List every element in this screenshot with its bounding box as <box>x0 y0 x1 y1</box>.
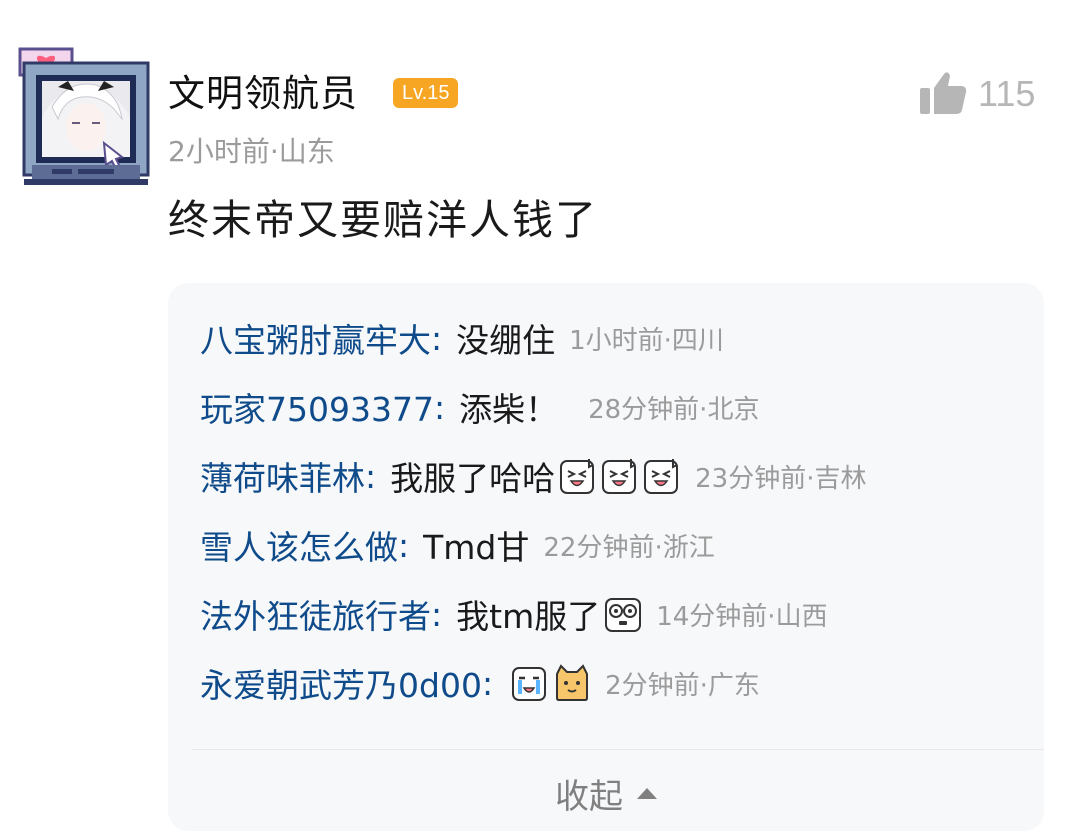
reply-text: 没绷住 <box>456 321 556 360</box>
reply-meta: 23分钟前·吉林 <box>695 463 867 494</box>
reply-separator: : <box>431 594 443 634</box>
reply-text: 添柴！ <box>459 390 559 429</box>
reply-text: 我服了哈哈 <box>390 452 681 500</box>
collapse-button[interactable]: 收起 <box>168 763 1044 823</box>
reply-item[interactable]: 八宝粥肘赢牢大: 没绷住 1小时前·四川 <box>200 313 724 363</box>
divider <box>192 749 1044 750</box>
reply-separator: : <box>365 456 377 496</box>
reply-item[interactable]: 雪人该怎么做: Tmd甘 22分钟前·浙江 <box>200 520 715 570</box>
reply-meta: 22分钟前·浙江 <box>543 532 715 563</box>
laughing-singing-emoji-icon <box>643 457 681 495</box>
reply-username[interactable]: 薄荷味菲林 <box>200 452 365 500</box>
reply-username[interactable]: 永爱朝武芳乃0d00 <box>200 659 482 707</box>
caret-up-icon <box>637 787 657 799</box>
reply-text-content: 我服了哈哈 <box>390 459 556 498</box>
reply-username[interactable]: 八宝粥肘赢牢大 <box>200 314 431 362</box>
thumbs-up-icon[interactable] <box>918 70 968 116</box>
replies-panel: 八宝粥肘赢牢大: 没绷住 1小时前·四川 玩家75093377: 添柴！ 28分… <box>168 283 1044 831</box>
reply-meta: 28分钟前·北京 <box>588 394 760 425</box>
reply-separator: : <box>481 663 494 703</box>
reply-separator: : <box>433 387 446 427</box>
reply-meta: 1小时前·四川 <box>569 325 724 356</box>
reply-text-content: 我tm服了 <box>456 597 601 636</box>
cat-emoji-icon <box>553 664 591 702</box>
reply-separator: : <box>431 318 443 358</box>
level-badge: Lv.15 <box>393 78 459 108</box>
reply-username[interactable]: 雪人该怎么做 <box>200 521 398 569</box>
stunned-emoji-icon <box>604 595 642 633</box>
laughing-singing-emoji-icon <box>601 457 639 495</box>
reply-item[interactable]: 玩家75093377: 添柴！ 28分钟前·北京 <box>200 382 759 432</box>
reply-text: Tmd甘 <box>423 528 530 567</box>
reply-username[interactable]: 玩家75093377 <box>200 383 434 431</box>
post-time-location: 2小时前·山东 <box>168 135 335 168</box>
reply-item[interactable]: 薄荷味菲林: 我服了哈哈 23分钟前·吉林 <box>200 451 866 501</box>
laughing-singing-emoji-icon <box>559 457 597 495</box>
username[interactable]: 文明领航员 <box>168 70 358 118</box>
reply-item[interactable]: 法外狂徒旅行者: 我tm服了 14分钟前·山西 <box>200 589 828 639</box>
reply-item[interactable]: 永爱朝武芳乃0d00: 2分钟前·广东 <box>200 658 760 708</box>
avatar[interactable] <box>18 47 152 187</box>
reply-meta: 14分钟前·山西 <box>656 601 828 632</box>
reply-text: 我tm服了 <box>456 590 642 638</box>
reply-username[interactable]: 法外狂徒旅行者 <box>200 590 431 638</box>
like-count: 115 <box>978 73 1036 114</box>
reply-meta: 2分钟前·广东 <box>605 670 760 701</box>
post-content: 终末帝又要赔洋人钱了 <box>168 196 598 244</box>
reply-text <box>507 664 591 702</box>
crying-emoji-icon <box>511 664 549 702</box>
collapse-label: 收起 <box>555 776 623 817</box>
reply-separator: : <box>398 525 410 565</box>
